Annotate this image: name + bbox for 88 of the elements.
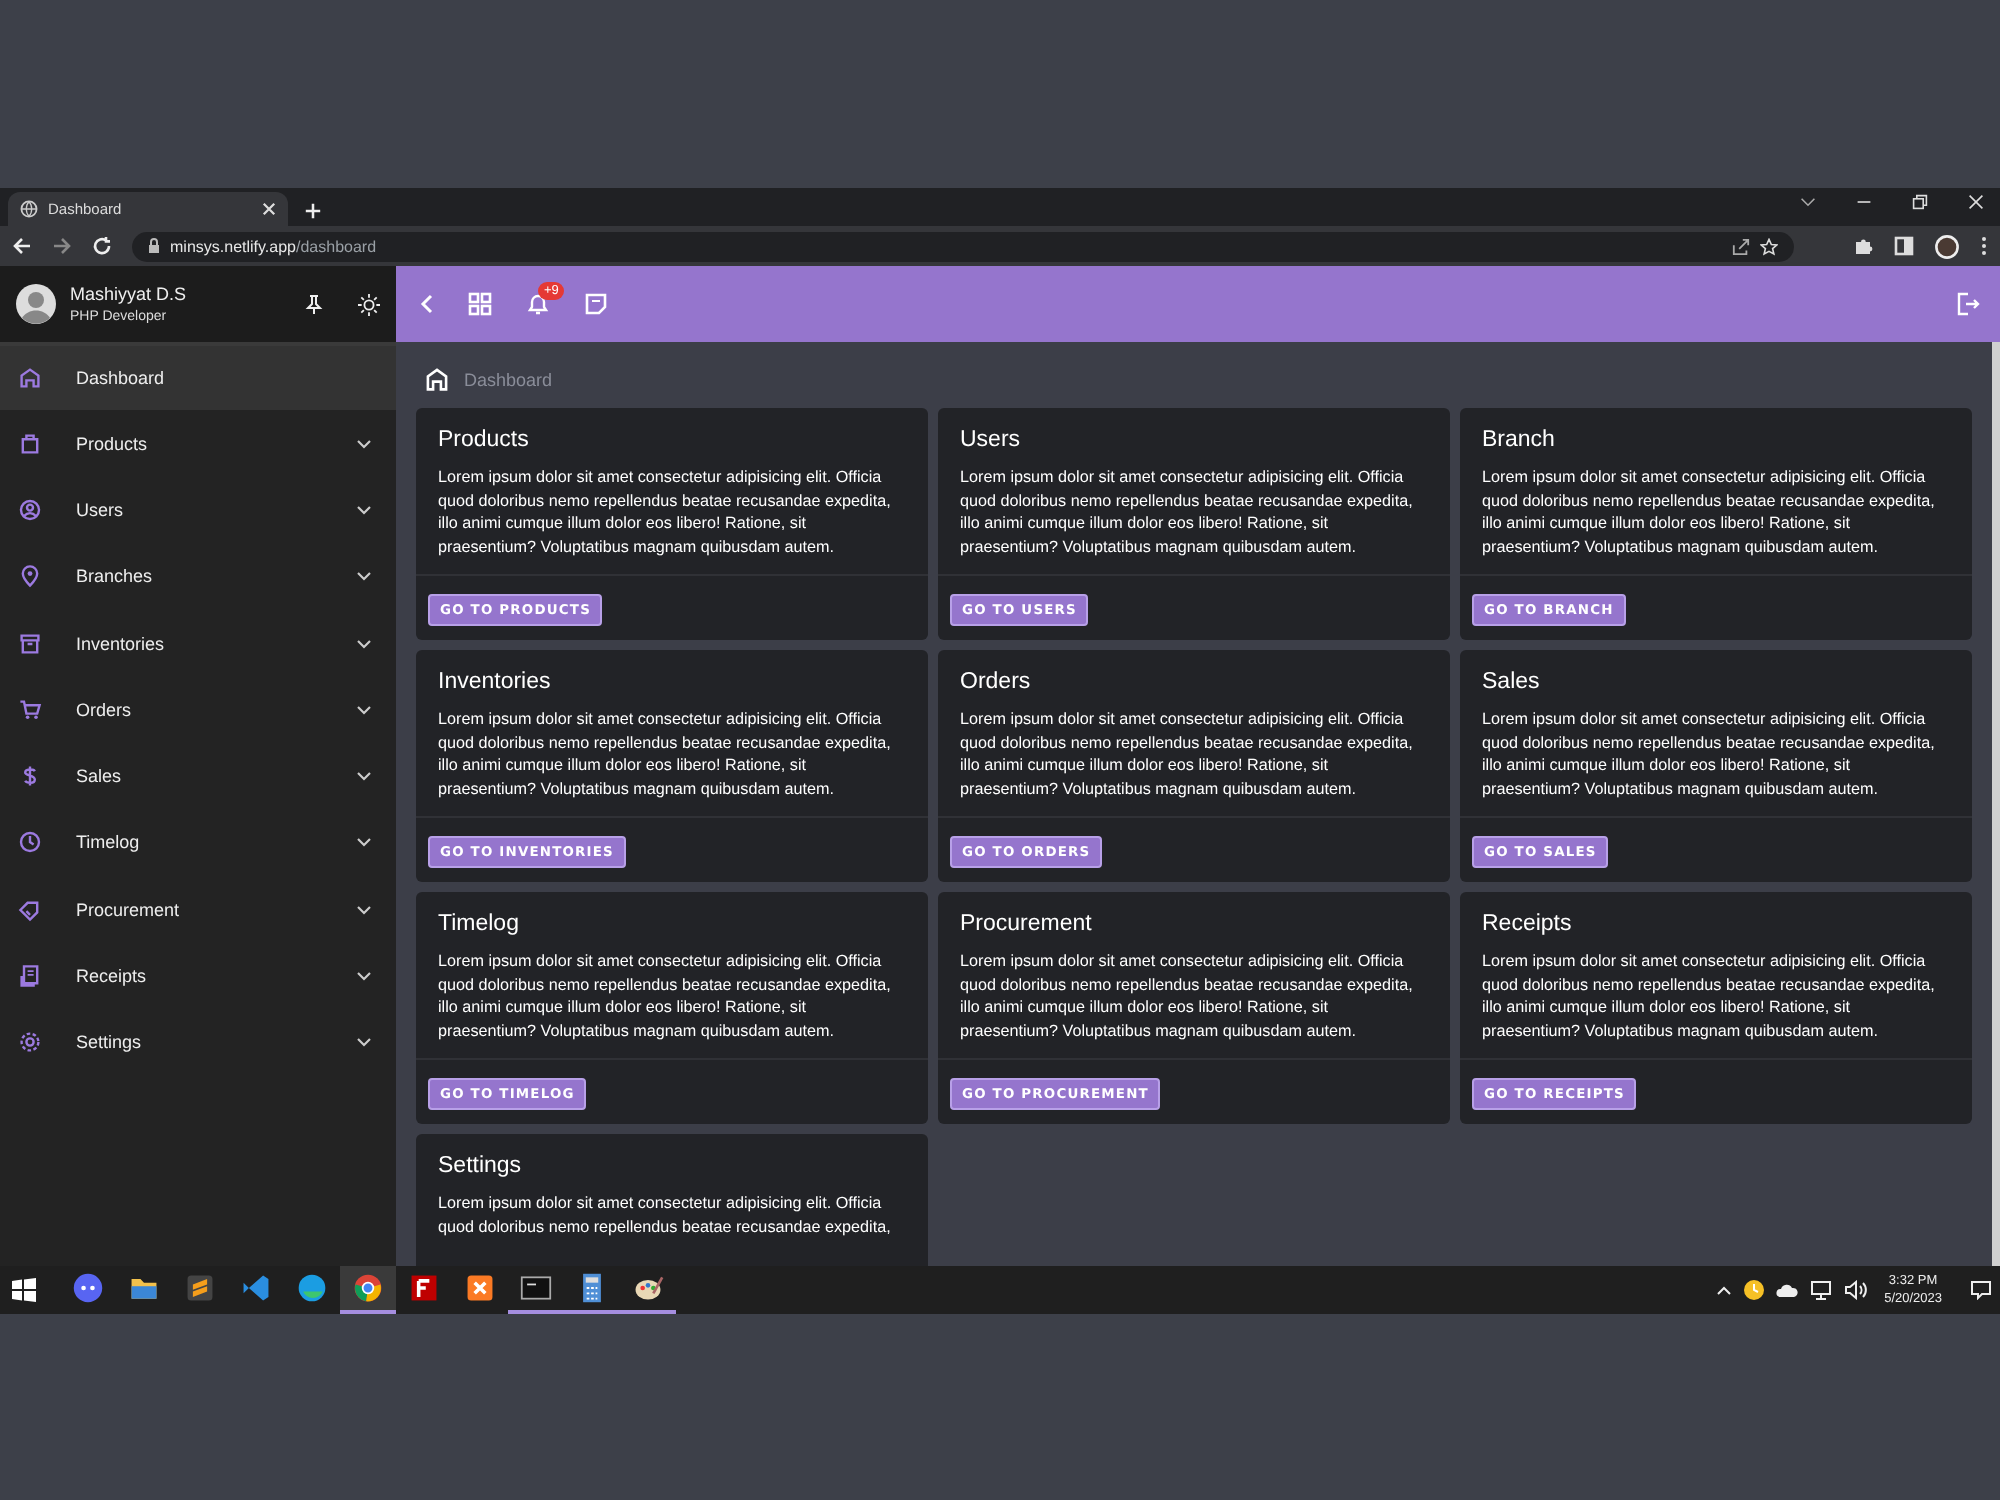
taskbar-app[interactable] <box>340 1266 396 1314</box>
card-description: Lorem ipsum dolor sit amet consectetur adipisicing elit. Officia quod doloribus nemo repellendus beatae recusandae expedita, illo animi cumque illum dolor eos libero! Ratione, sit praesentium? Voluptatibus magnam quibusdam autem. <box>958 708 1415 802</box>
side-panel-icon[interactable] <box>1894 236 1914 256</box>
windows-start-icon[interactable] <box>12 1278 36 1302</box>
close-icon[interactable] <box>1968 194 1984 210</box>
card-description: Lorem ipsum dolor sit amet consectetur adipisicing elit. Officia quod doloribus nemo repellendus beatae recusandae expedita, illo animi cumque illum dolor eos libero! Ratione, sit praesentium? Voluptatibus magnam quibusdam autem. <box>436 708 893 802</box>
card-description: Lorem ipsum dolor sit amet consectetur adipisicing elit. Officia quod doloribus nemo repellendus beatae recusandae expedita, illo animi cumque illum dolor eos libero! Ratione, sit praesentium? Voluptatibus magnam quibusdam autem. <box>958 466 1415 560</box>
more-icon[interactable] <box>1980 236 1988 256</box>
chrome-icon <box>352 1272 384 1304</box>
sublime-icon <box>184 1272 216 1304</box>
card-title: Receipts <box>1480 910 1574 940</box>
sidebar-item[interactable]: Dashboard <box>0 346 396 410</box>
menu-item-icon <box>18 1030 42 1055</box>
menu-item-icon <box>18 764 42 789</box>
user-name: Mashiyyat D.S <box>70 284 189 304</box>
chevron-up-icon[interactable] <box>1716 1284 1733 1296</box>
card-description: Lorem ipsum dolor sit amet consectetur adipisicing elit. Officia quod doloribus nemo repellendus beatae recusandae expedita, illo animi cumque illum dolor eos libero! Ratione, sit praesentium? Voluptatibus magnam quibusdam autem. <box>1480 708 1937 802</box>
chevron-down-icon[interactable] <box>1800 194 1816 210</box>
sun-icon[interactable] <box>358 293 380 315</box>
menu-item-icon <box>18 964 42 989</box>
note-icon[interactable] <box>584 292 608 316</box>
sidebar-item[interactable]: Orders <box>0 676 396 743</box>
pin-icon[interactable] <box>304 294 324 314</box>
star-icon[interactable] <box>1760 237 1778 255</box>
card-description: Lorem ipsum dolor sit amet consectetur adipisicing elit. Officia quod doloribus nemo repellendus beatae recusandae expedita, illo animi cumque illum dolor eos libero! Ratione, sit praesentium? Voluptatibus magnam quibusdam autem. <box>958 950 1415 1044</box>
vscode-icon <box>240 1272 272 1304</box>
menu-item-icon <box>18 564 42 589</box>
puzzle-icon[interactable] <box>1854 236 1874 256</box>
sidebar-item[interactable]: Receipts <box>0 942 396 1010</box>
menu-item-icon <box>18 631 42 656</box>
breadcrumb: Dashboard <box>464 369 553 389</box>
card-description: Lorem ipsum dolor sit amet consectetur adipisicing elit. Officia quod doloribus nemo repellendus beatae recusandae expedita, illo animi cumque illum dolor eos libero! Ratione, sit praesentium? Voluptatibus magnam quibusdam autem. <box>436 466 893 560</box>
card-title: Inventories <box>436 668 553 698</box>
xampp-icon <box>464 1272 496 1304</box>
back-icon[interactable] <box>12 236 32 256</box>
filezilla-icon <box>408 1272 440 1304</box>
sidebar-item[interactable]: Inventories <box>0 609 396 677</box>
close-icon[interactable] <box>262 202 276 216</box>
grid-icon[interactable] <box>468 292 492 316</box>
menu-item-icon <box>18 830 42 855</box>
network-icon[interactable] <box>1810 1280 1833 1300</box>
sidebar-item[interactable]: Products <box>0 410 396 477</box>
card-title: Products <box>436 426 531 456</box>
card-title: Users <box>958 426 1023 456</box>
logout-icon[interactable] <box>1956 292 1980 316</box>
chevron-left-icon[interactable] <box>420 294 434 314</box>
home-icon[interactable] <box>424 366 450 392</box>
card-title: Procurement <box>958 910 1094 940</box>
reload-icon[interactable] <box>92 236 112 256</box>
lock-icon <box>148 238 160 254</box>
menu-item-icon <box>18 366 42 390</box>
scrollbar[interactable] <box>1992 342 2000 1266</box>
sidebar-item[interactable]: Settings <box>0 1009 396 1076</box>
profile-avatar[interactable] <box>1934 233 1960 259</box>
menu-item-icon <box>18 497 42 522</box>
notification-icon[interactable] <box>1970 1280 1992 1300</box>
menu-item-icon <box>18 431 42 456</box>
sidebar-item[interactable]: Users <box>0 476 396 544</box>
cloud-icon[interactable] <box>1776 1282 1799 1298</box>
card-title: Settings <box>436 1152 524 1182</box>
card-description: Lorem ipsum dolor sit amet consectetur adipisicing elit. Officia quod doloribus nemo repellendus beatae recusandae expedita, <box>436 1192 893 1240</box>
card-title: Timelog <box>436 910 521 940</box>
discord-icon <box>72 1272 104 1304</box>
card-description: Lorem ipsum dolor sit amet consectetur adipisicing elit. Officia quod doloribus nemo repellendus beatae recusandae expedita, illo animi cumque illum dolor eos libero! Ratione, sit praesentium? Voluptatibus magnam quibusdam autem. <box>1480 950 1937 1044</box>
address-field[interactable]: minsys.netlify.app/dashboard <box>132 231 1794 261</box>
bell-icon[interactable] <box>526 292 550 316</box>
new-tab-icon[interactable] <box>304 202 322 220</box>
clock-icon[interactable] <box>1744 1280 1765 1300</box>
sidebar-item[interactable]: Branches <box>0 543 396 610</box>
sidebar-item[interactable]: Sales <box>0 742 396 810</box>
terminal-icon <box>520 1272 552 1304</box>
sidebar-item[interactable]: Procurement <box>0 876 396 943</box>
paint-icon <box>632 1272 664 1304</box>
edge-icon <box>296 1272 328 1304</box>
volume-icon[interactable] <box>1844 1280 1869 1300</box>
card-description: Lorem ipsum dolor sit amet consectetur adipisicing elit. Officia quod doloribus nemo repellendus beatae recusandae expedita, illo animi cumque illum dolor eos libero! Ratione, sit praesentium? Voluptatibus magnam quibusdam autem. <box>436 950 893 1044</box>
card-title: Branch <box>1480 426 1557 456</box>
menu-item-icon <box>18 697 42 722</box>
share-icon[interactable] <box>1732 237 1750 255</box>
globe-icon <box>20 200 38 218</box>
sidebar-item[interactable]: Timelog <box>0 809 396 877</box>
forward-icon[interactable] <box>52 236 72 256</box>
restore-icon[interactable] <box>1912 194 1928 210</box>
user-avatar <box>16 284 56 324</box>
card-title: Sales <box>1480 668 1542 698</box>
menu-item-icon <box>18 897 42 922</box>
card-title: Orders <box>958 668 1033 698</box>
card-description: Lorem ipsum dolor sit amet consectetur adipisicing elit. Officia quod doloribus nemo repellendus beatae recusandae expedita, illo animi cumque illum dolor eos libero! Ratione, sit praesentium? Voluptatibus magnam quibusdam autem. <box>1480 466 1937 560</box>
